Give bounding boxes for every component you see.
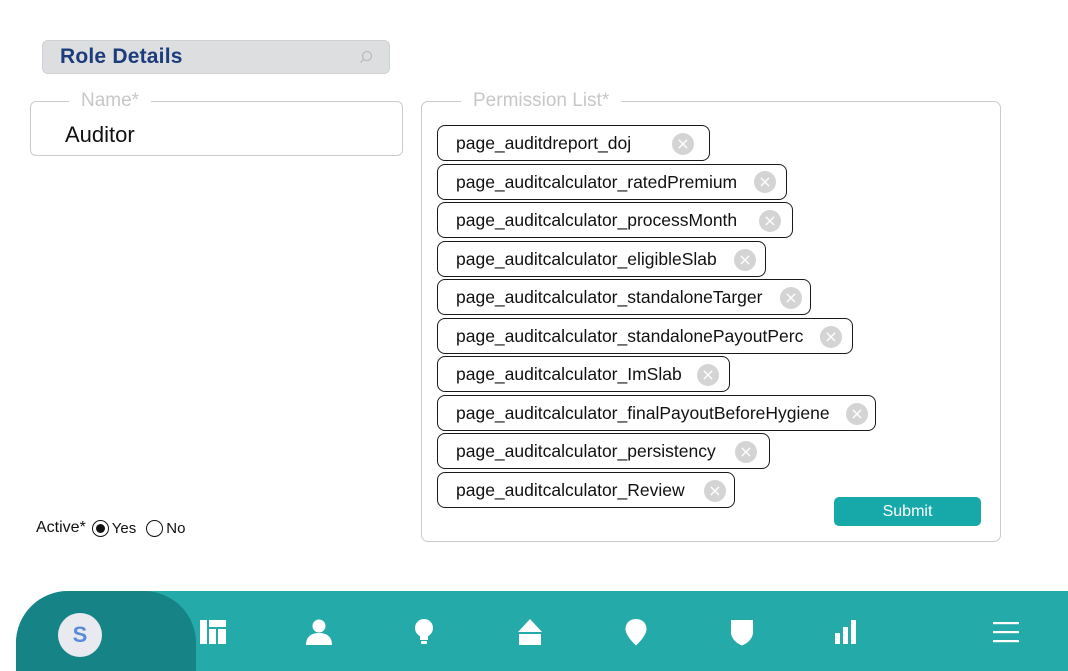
- avatar[interactable]: S: [58, 613, 102, 657]
- remove-chip-icon[interactable]: ×: [697, 364, 719, 386]
- submit-button[interactable]: Submit: [834, 497, 981, 526]
- location-pin-icon[interactable]: [621, 617, 651, 647]
- bulb-icon[interactable]: [409, 617, 439, 647]
- bottom-nav: S: [16, 591, 1068, 671]
- active-no-label[interactable]: No: [166, 520, 185, 537]
- page-title: Role Details: [60, 45, 183, 68]
- name-field-value[interactable]: Auditor: [65, 122, 135, 148]
- name-field-label: Name*: [69, 90, 152, 112]
- permission-chip-label: page_auditcalculator_processMonth: [456, 209, 738, 230]
- remove-chip-icon[interactable]: ×: [735, 441, 757, 463]
- permission-chip[interactable]: page_auditcalculator_Review ×: [437, 472, 735, 508]
- remove-chip-icon[interactable]: ×: [759, 210, 781, 232]
- remove-chip-icon[interactable]: ×: [820, 326, 842, 348]
- permission-chip-label: page_auditcalculator_ImSlab: [456, 363, 682, 384]
- active-no-radio[interactable]: [146, 519, 164, 537]
- permission-chip-label: page_auditcalculator_Review: [456, 479, 685, 500]
- permission-chip-label: page_auditcalculator_finalPayoutBeforeHy…: [456, 402, 830, 423]
- home-icon[interactable]: [515, 617, 545, 647]
- active-label: Active*: [36, 519, 86, 536]
- permission-chip[interactable]: page_auditcalculator_ratedPremium ×: [437, 164, 787, 200]
- permission-chip[interactable]: page_auditcalculator_eligibleSlab ×: [437, 241, 766, 277]
- role-details-header: Role Details: [42, 40, 390, 74]
- permission-chip[interactable]: page_auditcalculator_standaloneTarger ×: [437, 279, 811, 315]
- remove-chip-icon[interactable]: ×: [754, 171, 776, 193]
- permission-chip[interactable]: page_auditcalculator_ImSlab ×: [437, 356, 730, 392]
- nav-home-tab[interactable]: S: [16, 591, 196, 671]
- permission-chip[interactable]: page_auditcalculator_standalonePayoutPer…: [437, 318, 853, 354]
- permission-chip[interactable]: page_auditcalculator_persistency ×: [437, 433, 770, 469]
- permission-list-field[interactable]: Permission List* page_auditdreport_doj ×…: [421, 90, 1001, 542]
- name-field[interactable]: Name* Auditor: [30, 90, 403, 156]
- permission-chip-label: page_auditcalculator_ratedPremium: [456, 171, 738, 192]
- permission-chip-label: page_auditcalculator_standalonePayoutPer…: [456, 325, 804, 346]
- remove-chip-icon[interactable]: ×: [846, 403, 868, 425]
- permission-chip-label: page_auditdreport_doj: [456, 132, 632, 153]
- permission-chip-label: page_auditcalculator_eligibleSlab: [456, 248, 717, 269]
- permission-chip[interactable]: page_auditcalculator_finalPayoutBeforeHy…: [437, 395, 876, 431]
- search-icon[interactable]: [359, 50, 373, 64]
- remove-chip-icon[interactable]: ×: [780, 287, 802, 309]
- active-yes-label[interactable]: Yes: [112, 520, 136, 537]
- active-radio-group: Active* Yes No: [36, 519, 195, 537]
- permission-chip[interactable]: page_auditcalculator_processMonth ×: [437, 202, 793, 238]
- remove-chip-icon[interactable]: ×: [704, 480, 726, 502]
- radio-selected-dot: [95, 523, 105, 533]
- dashboard-icon[interactable]: [198, 617, 228, 647]
- permission-chip[interactable]: page_auditdreport_doj ×: [437, 125, 710, 161]
- permission-chip-label: page_auditcalculator_persistency: [456, 440, 716, 461]
- active-yes-radio[interactable]: [91, 519, 109, 537]
- permission-chip-label: page_auditcalculator_standaloneTarger: [456, 286, 763, 307]
- user-icon[interactable]: [304, 617, 334, 647]
- bar-chart-icon[interactable]: [832, 617, 862, 647]
- shield-icon[interactable]: [727, 617, 757, 647]
- remove-chip-icon[interactable]: ×: [734, 249, 756, 271]
- permission-list-label: Permission List*: [461, 90, 622, 112]
- remove-chip-icon[interactable]: ×: [672, 133, 694, 155]
- menu-icon[interactable]: [991, 617, 1021, 647]
